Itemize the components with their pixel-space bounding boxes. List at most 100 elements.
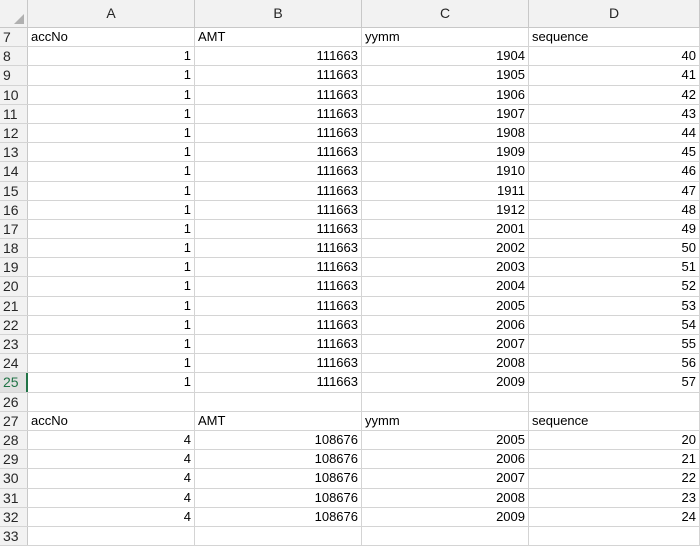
cell-b[interactable]: 111663 — [195, 123, 362, 143]
cell-d[interactable]: 23 — [529, 488, 700, 507]
cell-c[interactable]: 1912 — [362, 200, 529, 219]
row-header[interactable]: 22 — [0, 315, 28, 334]
cell-a[interactable]: 1 — [28, 143, 195, 162]
row-header[interactable]: 20 — [0, 277, 28, 296]
cell-b[interactable]: 111663 — [195, 335, 362, 354]
cell-b[interactable]: 111663 — [195, 143, 362, 162]
cell-a[interactable]: accNo — [28, 28, 195, 47]
cell-b[interactable]: 111663 — [195, 354, 362, 373]
cell-c[interactable]: 1908 — [362, 123, 529, 143]
cell-d[interactable]: 40 — [529, 47, 700, 66]
cell-c[interactable]: yymm — [362, 28, 529, 47]
cell-b[interactable]: 111663 — [195, 258, 362, 277]
cell-b[interactable]: 111663 — [195, 200, 362, 219]
cell-a[interactable]: 1 — [28, 104, 195, 123]
cell-b[interactable]: 111663 — [195, 181, 362, 200]
cell-c[interactable]: 1910 — [362, 162, 529, 181]
cell-a[interactable]: 1 — [28, 315, 195, 334]
column-header-a[interactable]: A — [28, 0, 195, 27]
cell-d[interactable]: 56 — [529, 354, 700, 373]
cell-b[interactable]: 111663 — [195, 85, 362, 104]
cell-b[interactable]: AMT — [195, 411, 362, 430]
cell-a[interactable]: 1 — [28, 258, 195, 277]
cell-c[interactable]: 2005 — [362, 296, 529, 315]
cell-c[interactable]: 1905 — [362, 66, 529, 85]
row-header[interactable]: 30 — [0, 469, 28, 488]
cell-c[interactable]: 2005 — [362, 430, 529, 450]
cell-d[interactable]: 42 — [529, 85, 700, 104]
cell-a[interactable]: 4 — [28, 450, 195, 469]
cell-d[interactable]: sequence — [529, 411, 700, 430]
cell-c[interactable]: 1907 — [362, 104, 529, 123]
cell-d[interactable]: 24 — [529, 507, 700, 526]
cell-b[interactable]: 108676 — [195, 488, 362, 507]
cell-b[interactable]: 108676 — [195, 450, 362, 469]
cell-d[interactable]: 54 — [529, 315, 700, 334]
cell-b[interactable]: 108676 — [195, 469, 362, 488]
cell-b[interactable]: 111663 — [195, 162, 362, 181]
cell-a[interactable]: 1 — [28, 181, 195, 200]
cell-a[interactable]: 1 — [28, 66, 195, 85]
cell-a[interactable]: 1 — [28, 219, 195, 239]
cell-c[interactable]: 2002 — [362, 239, 529, 258]
row-header[interactable]: 9 — [0, 66, 28, 85]
cell-b[interactable]: 111663 — [195, 219, 362, 239]
cell-d[interactable]: 45 — [529, 143, 700, 162]
row-header[interactable]: 19 — [0, 258, 28, 277]
cell-a[interactable]: 1 — [28, 47, 195, 66]
column-header-d[interactable]: D — [529, 0, 700, 27]
cell-c[interactable]: 2008 — [362, 354, 529, 373]
row-header[interactable]: 11 — [0, 104, 28, 123]
column-header-c[interactable]: C — [362, 0, 529, 27]
cell-d[interactable]: 22 — [529, 469, 700, 488]
row-header[interactable]: 15 — [0, 181, 28, 200]
cell-d[interactable] — [529, 392, 700, 411]
cell-d[interactable]: 55 — [529, 335, 700, 354]
cell-c[interactable] — [362, 392, 529, 411]
row-header[interactable]: 21 — [0, 296, 28, 315]
cell-b[interactable]: AMT — [195, 28, 362, 47]
cell-a[interactable]: 4 — [28, 430, 195, 450]
cell-a[interactable]: 4 — [28, 507, 195, 526]
row-header[interactable]: 24 — [0, 354, 28, 373]
cell-c[interactable]: 1911 — [362, 181, 529, 200]
cell-c[interactable]: 2006 — [362, 315, 529, 334]
cell-a[interactable]: 1 — [28, 200, 195, 219]
cell-c[interactable]: yymm — [362, 411, 529, 430]
cell-d[interactable]: 57 — [529, 373, 700, 392]
row-header[interactable]: 18 — [0, 239, 28, 258]
row-header[interactable]: 23 — [0, 335, 28, 354]
row-header[interactable]: 32 — [0, 507, 28, 526]
cell-a[interactable]: 1 — [28, 354, 195, 373]
column-header-b[interactable]: B — [195, 0, 362, 27]
cell-a[interactable]: 4 — [28, 469, 195, 488]
cell-c[interactable]: 2003 — [362, 258, 529, 277]
cell-a[interactable]: 1 — [28, 335, 195, 354]
cell-d[interactable]: 44 — [529, 123, 700, 143]
cell-d[interactable] — [529, 526, 700, 546]
select-all-corner[interactable] — [0, 0, 28, 27]
cell-d[interactable]: 43 — [529, 104, 700, 123]
cell-c[interactable]: 2004 — [362, 277, 529, 296]
cell-b[interactable]: 111663 — [195, 315, 362, 334]
cell-c[interactable]: 2009 — [362, 507, 529, 526]
cell-b[interactable] — [195, 526, 362, 546]
cell-a[interactable]: 4 — [28, 488, 195, 507]
cell-b[interactable]: 111663 — [195, 296, 362, 315]
cell-c[interactable]: 2008 — [362, 488, 529, 507]
cell-b[interactable] — [195, 392, 362, 411]
row-header[interactable]: 28 — [0, 430, 28, 450]
cell-b[interactable]: 111663 — [195, 47, 362, 66]
cell-b[interactable]: 111663 — [195, 373, 362, 392]
cell-c[interactable]: 2006 — [362, 450, 529, 469]
cell-c[interactable]: 1909 — [362, 143, 529, 162]
cell-d[interactable]: 49 — [529, 219, 700, 239]
cell-a[interactable]: 1 — [28, 373, 195, 392]
row-header[interactable]: 26 — [0, 392, 28, 411]
cell-c[interactable]: 1904 — [362, 47, 529, 66]
cell-a[interactable]: 1 — [28, 277, 195, 296]
cell-b[interactable]: 111663 — [195, 104, 362, 123]
cell-d[interactable]: 46 — [529, 162, 700, 181]
cell-b[interactable]: 111663 — [195, 277, 362, 296]
cell-a[interactable]: 1 — [28, 123, 195, 143]
